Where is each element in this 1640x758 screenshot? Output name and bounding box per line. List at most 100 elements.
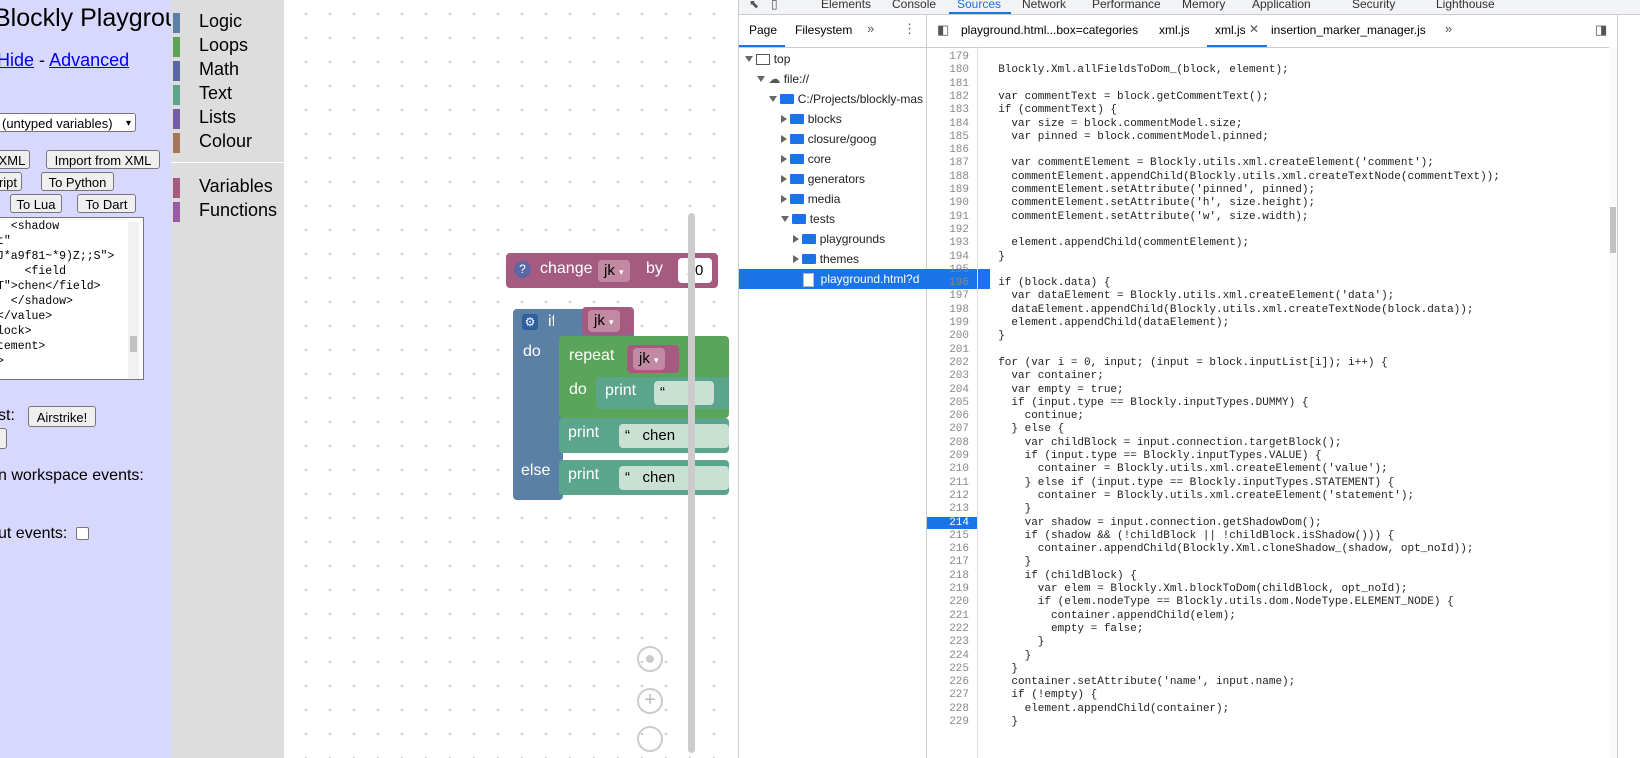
advanced-link[interactable]: Advanced (49, 50, 129, 70)
tab-performance[interactable]: Performance (1092, 0, 1161, 11)
editor-tab-playground[interactable]: playground.html...box=categories (961, 23, 1138, 37)
airstrike-button[interactable]: Airstrike! (28, 406, 96, 427)
code-line: } (985, 716, 1019, 728)
tab-console[interactable]: Console (892, 0, 936, 11)
print-block-do[interactable]: print “ chen (559, 418, 729, 453)
toolbox-category-text[interactable]: Text (171, 82, 284, 106)
change-label: change (540, 260, 593, 277)
tab-lighthouse[interactable]: Lighthouse (1436, 0, 1495, 11)
toolbox-category-functions[interactable]: Functions (171, 199, 284, 223)
editor-tab-xml-active[interactable]: xml.js (1215, 23, 1246, 37)
if-variable-dropdown[interactable]: jk ▾ (588, 310, 620, 332)
quote-icon: “ (660, 384, 665, 401)
tab-application[interactable]: Application (1252, 0, 1311, 11)
to-dart-button[interactable]: To Dart (77, 194, 136, 213)
code-line: Blockly.Xml.allFieldsToDom_(block, eleme… (985, 64, 1289, 77)
code-line: for (var i = 0, input; (input = block.in… (985, 356, 1388, 369)
toolbox-category-lists[interactable]: Lists (171, 106, 284, 130)
tab-page[interactable]: Page (749, 23, 777, 37)
tree-item-origin[interactable]: ☁ file:// (739, 69, 944, 89)
more-options-icon[interactable]: ⋮ (903, 21, 916, 37)
tab-network[interactable]: Network (1022, 0, 1066, 11)
code-line: if (input.type == Blockly.inputTypes.VAL… (985, 450, 1322, 462)
expand-arrow-icon (745, 55, 753, 62)
change-variable-block[interactable]: ? change jk ▾ by 10 (506, 253, 718, 288)
import-xml-button[interactable]: Import from XML (46, 150, 160, 169)
print-text-field[interactable]: “ chen (619, 424, 729, 448)
repeat-variable-dropdown[interactable]: jk ▾ (633, 348, 665, 370)
print-block-nested[interactable]: print “ (596, 377, 729, 409)
export-xml-button[interactable]: XML (0, 150, 30, 169)
dropdown-arrow-icon: ▾ (619, 267, 624, 277)
change-variable-name: jk (604, 262, 615, 279)
editor-tab-insertion-marker[interactable]: insertion_marker_manager.js (1271, 23, 1426, 37)
recenter-icon[interactable] (637, 646, 663, 672)
toolbox-separator (171, 162, 284, 163)
tab-sources[interactable]: Sources (957, 0, 1001, 11)
hide-link[interactable]: Hide (0, 50, 34, 70)
blockly-workspace[interactable]: ? change jk ▾ by 10 ⚙ if do else jk ▾ re… (284, 8, 729, 758)
toggle-debugger-icon[interactable]: ◨ (1595, 22, 1607, 38)
category-label: Lists (199, 107, 237, 127)
code-line: } (985, 503, 1032, 516)
code-line: } (985, 556, 1032, 569)
editor-tab-xml-1[interactable]: xml.js (1159, 23, 1190, 37)
textarea-scrollbar[interactable] (128, 222, 139, 379)
toolbox-category-math[interactable]: Math (171, 58, 284, 82)
toolbox-category-loops[interactable]: Loops (171, 34, 284, 58)
device-toolbar-icon[interactable]: ▯ (771, 0, 778, 11)
xml-output-textarea[interactable]: <shadow t" J*a9f81~*9)Z;;S"> <field T">c… (0, 217, 144, 380)
change-by-label: by (646, 260, 663, 277)
code-line: container = Blockly.utils.xml.createElem… (985, 463, 1388, 476)
tab-elements[interactable]: Elements (821, 0, 871, 11)
code-line: var pinned = block.commentModel.pinned; (985, 130, 1269, 143)
code-line: } (985, 330, 1005, 343)
stress-test-label: st: (0, 407, 15, 424)
code-view[interactable]: Blockly.Xml.allFieldsToDom_(block, eleme… (927, 47, 1605, 758)
log-flyout-events-checkbox[interactable] (76, 527, 89, 540)
tree-label: file:// (783, 72, 810, 86)
blockly-toolbox: Logic Loops Math Text Lists Colour Variables Fu… (171, 0, 284, 758)
print-label: print (605, 382, 637, 399)
tab-memory[interactable]: Memory (1182, 0, 1225, 11)
tree-item-project[interactable]: C:/Projects/blockly-mas (739, 89, 956, 109)
toggle-navigator-icon[interactable]: ◧ (937, 22, 949, 38)
toolbox-select[interactable]: (untyped variables) ▾ (0, 113, 136, 132)
inspect-element-icon[interactable]: ⬉ (749, 0, 759, 11)
tree-item-top[interactable]: top (739, 49, 932, 69)
zoom-in-icon[interactable]: + (637, 688, 663, 714)
more-tabs-icon[interactable]: » (867, 21, 874, 36)
mode-links: Hide - Advanced (0, 50, 129, 71)
collapse-arrow-icon (793, 234, 799, 243)
code-line: if (block.data) { (985, 277, 1111, 290)
devtools-main-tabs: ⬉ ▯ Elements Console Sources Network Per… (739, 0, 1640, 15)
mutator-gear-icon[interactable]: ⚙ (522, 314, 538, 330)
print-block-else[interactable]: print “ chen (559, 460, 729, 495)
toolbox-category-colour[interactable]: Colour (171, 130, 284, 154)
close-tab-icon[interactable]: ✕ (1249, 22, 1259, 36)
to-python-button[interactable]: To Python (41, 172, 114, 191)
change-amount-field[interactable]: 10 (678, 258, 712, 283)
to-javascript-button[interactable]: ript (0, 172, 22, 191)
change-variable-dropdown[interactable]: jk ▾ (598, 260, 630, 282)
if-condition-variable-block[interactable]: jk ▾ (582, 307, 634, 335)
expand-arrow-icon (769, 95, 777, 102)
toolbox-category-logic[interactable]: Logic (171, 10, 284, 34)
category-label: Text (199, 83, 233, 103)
tab-security[interactable]: Security (1352, 0, 1395, 11)
code-line: if (!empty) { (985, 689, 1098, 702)
print-text-field[interactable]: “ chen (619, 466, 729, 490)
help-icon[interactable]: ? (514, 261, 531, 278)
zoom-out-icon[interactable] (637, 726, 663, 752)
repeat-variable-block[interactable]: jk ▾ (627, 345, 679, 373)
collapse-arrow-icon (781, 194, 787, 203)
tab-filesystem[interactable]: Filesystem (795, 23, 852, 37)
spaghetti-button[interactable] (0, 428, 7, 449)
toolbox-category-variables[interactable]: Variables (171, 175, 284, 199)
to-lua-button[interactable]: To Lua (10, 194, 62, 213)
more-tabs-icon[interactable]: » (1445, 21, 1452, 36)
print-text-field[interactable]: “ (654, 381, 714, 405)
editor-scrollbar[interactable] (1609, 47, 1617, 758)
workspace-scrollbar[interactable] (688, 213, 695, 753)
debugger-sidebar (1617, 15, 1640, 758)
